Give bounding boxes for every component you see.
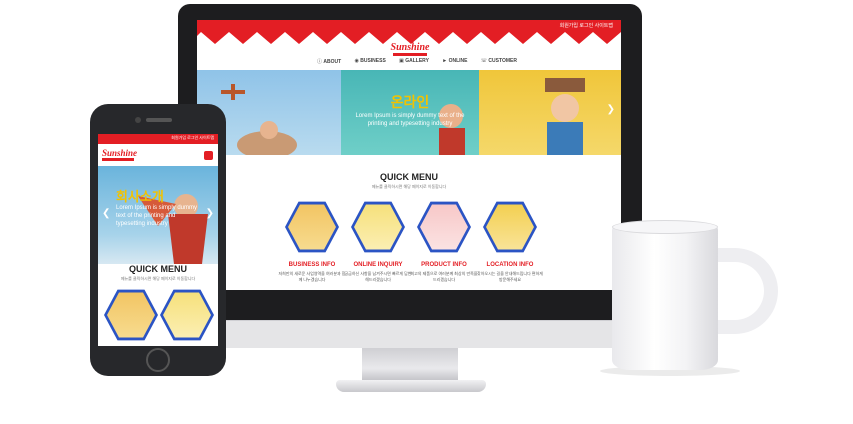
- nav-item-about[interactable]: ⓘ ABOUT: [317, 58, 341, 65]
- phone-speaker: [146, 118, 172, 122]
- hex-image-frame: [483, 201, 537, 253]
- site-logo[interactable]: Sunshine: [387, 42, 433, 56]
- hex-image-frame: [417, 201, 471, 253]
- mobile-top-bar: 회원가입 로그인 사이트맵: [98, 134, 218, 144]
- nav-item-business[interactable]: ◉ BUSINESS: [354, 58, 385, 65]
- mobile-quick-card-business[interactable]: [104, 288, 158, 342]
- quick-card-online[interactable]: [351, 200, 405, 254]
- quick-menu-subtitle: 메뉴를 클릭하시면 해당 페이지로 이동합니다: [371, 184, 447, 189]
- logo-underline: [393, 53, 427, 56]
- quick-card-title: ONLINE INQUIRY: [353, 262, 403, 268]
- hero-slide-books: [479, 70, 621, 155]
- mobile-quick-menu-title: QUICK MENU: [129, 264, 187, 274]
- quick-card-location[interactable]: [483, 200, 537, 254]
- hex-image-frame: [351, 201, 405, 253]
- mobile-hero-title: 회사소개: [116, 189, 164, 204]
- hex-image-frame: [160, 289, 214, 341]
- mug-rim: [612, 220, 718, 234]
- monitor-stand-base: [336, 380, 486, 392]
- slider-next-arrow[interactable]: ❯: [607, 104, 615, 115]
- monitor-chin: [178, 320, 642, 348]
- mobile-logo[interactable]: Sunshine: [102, 148, 146, 161]
- mobile-slider-next-arrow[interactable]: ❯: [206, 208, 214, 219]
- hero-subtitle: Lorem Ipsum is simply dummy text of the …: [355, 113, 465, 127]
- quick-card-title: PRODUCT INFO: [421, 262, 467, 268]
- coffee-mug: [612, 226, 718, 370]
- nav-item-customer[interactable]: ☏ CUSTOMER: [481, 58, 517, 65]
- mobile-site-screen: 회원가입 로그인 사이트맵 Sunshine ❮ ❯ 회사소개 Lorem Ip…: [98, 134, 218, 346]
- mobile-logo-underline: [102, 158, 134, 161]
- hex-image-frame: [285, 201, 339, 253]
- phone-home-button: [146, 348, 170, 372]
- top-bar: 회원가입 로그인 사이트맵: [197, 20, 621, 32]
- hero-slider: ❮ ❯ 온라인 Lorem Ipsum is simply dummy text…: [197, 70, 621, 155]
- quick-card-text: 저희만의 새로운 사업영역을 여러분과 함께 나누겠습니다: [278, 271, 346, 282]
- quick-card-business[interactable]: [285, 200, 339, 254]
- quick-card-text: 최고의 제품으로 여러분께 최상의 만족을 드리겠습니다: [410, 271, 478, 282]
- quick-card-text: 궁금하신 사항을 남겨주시면 빠르게 답변해드리겠습니다: [344, 271, 412, 282]
- quick-card-text: 찾아오시는 길을 안내해드립니다 편하게 방문해주세요: [477, 271, 543, 282]
- mobile-hero-subtitle: Lorem Ipsum is simply dummy text of the …: [116, 205, 198, 227]
- mobile-top-links[interactable]: 회원가입 로그인 사이트맵: [171, 135, 214, 141]
- monitor-stand-neck: [362, 348, 458, 382]
- mobile-quick-card-online[interactable]: [160, 288, 214, 342]
- top-bar-links[interactable]: 회원가입 로그인 사이트맵: [560, 22, 613, 29]
- quick-card-title: BUSINESS INFO: [288, 262, 336, 268]
- mobile-quick-menu-subtitle: 메뉴를 클릭하시면 해당 페이지로 이동합니다: [120, 276, 196, 281]
- hex-image-frame: [104, 289, 158, 341]
- nav-item-gallery[interactable]: ▣ GALLERY: [399, 58, 429, 65]
- desktop-site-screen: 회원가입 로그인 사이트맵 Sunshine ⓘ ABOUT ◉ BUSINES…: [197, 20, 621, 290]
- main-nav: ⓘ ABOUT ◉ BUSINESS ▣ GALLERY ► ONLINE ☏ …: [317, 58, 517, 65]
- quick-menu-title: QUICK MENU: [380, 172, 438, 182]
- child-books-image: [545, 78, 585, 155]
- mobile-slider-prev-arrow[interactable]: ❮: [102, 208, 110, 219]
- logo-text: Sunshine: [390, 42, 430, 53]
- quick-card-title: LOCATION INFO: [486, 262, 534, 268]
- phone-camera: [135, 117, 141, 123]
- nav-item-online[interactable]: ► ONLINE: [442, 58, 467, 65]
- hamburger-menu-icon[interactable]: [204, 151, 213, 160]
- quick-card-product[interactable]: [417, 200, 471, 254]
- mobile-logo-text: Sunshine: [102, 148, 138, 158]
- hero-title: 온라인: [390, 94, 430, 110]
